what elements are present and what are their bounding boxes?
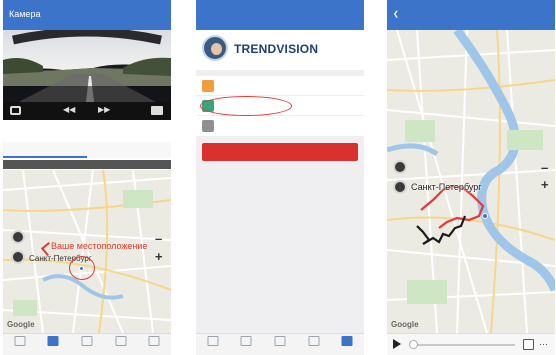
- map-location-button[interactable]: [11, 250, 25, 264]
- menu-item-routes[interactable]: [196, 96, 364, 116]
- location-annotation: Ваше местоположение: [51, 241, 148, 251]
- person-icon: [341, 336, 353, 346]
- home-icon: [14, 336, 26, 346]
- menu-item-devices[interactable]: [196, 76, 364, 96]
- tab-home[interactable]: [196, 334, 230, 355]
- wrench-icon: [202, 80, 214, 92]
- back-link[interactable]: ❮: [393, 10, 399, 18]
- tab-location[interactable]: [3, 142, 87, 158]
- route-current-dot: [482, 213, 488, 219]
- video-controls: ◀◀ ▶▶: [3, 102, 171, 120]
- play-icon[interactable]: [393, 339, 401, 349]
- tab-camera[interactable]: [37, 334, 71, 355]
- menu-list: [196, 76, 364, 136]
- profile-screen: TRENDVISION: [196, 0, 364, 355]
- album-icon: [81, 336, 93, 346]
- map-layers-button[interactable]: [393, 160, 407, 174]
- person-icon: [148, 336, 160, 346]
- playback-bar: ⋯: [387, 333, 555, 355]
- profile-header: [196, 0, 364, 30]
- zoom-in-button[interactable]: +: [541, 178, 549, 191]
- camera-snapshot-icon[interactable]: [10, 106, 21, 115]
- info-line: [3, 160, 171, 169]
- tab-messages[interactable]: [104, 334, 138, 355]
- google-logo: Google: [391, 320, 419, 329]
- tab-profile[interactable]: [330, 334, 364, 355]
- location-map[interactable]: – + Ваше местоположение Санкт-Петербург …: [3, 170, 171, 333]
- camera-header: Камера: [3, 0, 171, 30]
- map-background: [3, 170, 171, 333]
- route-history-screen: ❮ Санкт-Петербург – + Google ⋯: [387, 0, 555, 355]
- routes-highlight-ellipse: [200, 96, 292, 116]
- envelope-icon: [308, 336, 320, 346]
- avatar-face: [211, 43, 222, 55]
- zoom-out-button[interactable]: –: [155, 232, 162, 245]
- tab-messages[interactable]: [297, 334, 331, 355]
- envelope-icon: [115, 336, 127, 346]
- tab-album[interactable]: [263, 334, 297, 355]
- tab-home[interactable]: [3, 334, 37, 355]
- tab-profile[interactable]: [137, 334, 171, 355]
- route-history-header: ❮: [387, 0, 555, 30]
- camera-title: Камера: [9, 9, 41, 19]
- tab-camera[interactable]: [230, 334, 264, 355]
- logout-button[interactable]: [202, 143, 358, 161]
- city-label: Санкт-Петербург: [411, 182, 482, 192]
- bottom-tab-bar: [196, 333, 364, 355]
- camera-screen: Камера ◀◀ ▶▶ – + Ваше местоположение Сан…: [3, 0, 171, 355]
- camera-tabs: [3, 142, 171, 158]
- playback-slider-thumb[interactable]: [409, 340, 418, 349]
- playback-slider[interactable]: [411, 344, 515, 346]
- video-camera-icon: [47, 336, 59, 346]
- rewind-icon[interactable]: ◀◀: [63, 105, 75, 114]
- record-video-icon[interactable]: [151, 106, 163, 115]
- current-location-dot: [79, 266, 84, 271]
- video-preview[interactable]: ◀◀ ▶▶: [3, 30, 171, 120]
- bottom-tab-bar: [3, 333, 171, 355]
- map-layers-button[interactable]: [11, 230, 25, 244]
- zoom-in-button[interactable]: +: [155, 250, 163, 263]
- tab-devices[interactable]: [87, 142, 171, 158]
- tab-album[interactable]: [70, 334, 104, 355]
- google-logo: Google: [7, 320, 35, 329]
- forward-icon[interactable]: ▶▶: [98, 105, 110, 114]
- map-location-button[interactable]: [393, 180, 407, 194]
- zoom-out-button[interactable]: –: [541, 161, 548, 174]
- menu-item-settings[interactable]: [196, 116, 364, 136]
- calendar-icon[interactable]: [523, 339, 534, 350]
- brand-logo: TRENDVISION: [234, 42, 319, 56]
- video-camera-icon: [240, 336, 252, 346]
- profile-card: TRENDVISION: [196, 30, 364, 70]
- home-icon: [207, 336, 219, 346]
- settings-icon: [202, 120, 214, 132]
- avatar[interactable]: [202, 35, 228, 61]
- more-icon[interactable]: ⋯: [539, 340, 548, 349]
- album-icon: [274, 336, 286, 346]
- route-map[interactable]: Санкт-Петербург – + Google: [387, 30, 555, 333]
